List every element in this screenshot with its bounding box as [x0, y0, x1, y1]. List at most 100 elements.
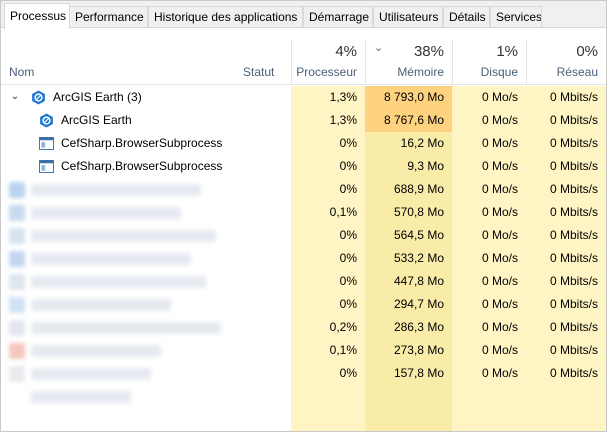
network-value: 0 Mbits/s: [549, 182, 598, 196]
task-manager-window: Processus Performance Historique des app…: [0, 0, 607, 432]
column-header-cpu[interactable]: 4% Processeur: [291, 40, 365, 85]
redacted-name: [31, 322, 221, 334]
cpu-total: 4%: [335, 43, 357, 60]
cpu-value: 0,1%: [329, 205, 357, 219]
process-row[interactable]: 0% 533,2 Mo 0 Mo/s 0 Mbits/s: [1, 247, 606, 270]
app-icon: [9, 251, 25, 267]
process-row[interactable]: 0,2% 286,3 Mo 0 Mo/s 0 Mbits/s: [1, 316, 606, 339]
memory-value: 16,2 Mo: [400, 136, 444, 150]
column-header-network[interactable]: 0% Réseau: [526, 40, 606, 85]
network-value: 0 Mbits/s: [549, 251, 598, 265]
process-row[interactable]: 0,1% 570,8 Mo 0 Mo/s 0 Mbits/s: [1, 201, 606, 224]
redacted-name: [31, 253, 191, 265]
arcgis-earth-icon: [40, 113, 53, 128]
network-value: 0 Mbits/s: [549, 366, 598, 380]
disk-value: 0 Mo/s: [481, 297, 518, 311]
network-value: 0 Mbits/s: [549, 320, 598, 334]
memory-value: 8 793,0 Mo: [365, 86, 452, 109]
cpu-value: 0,2%: [329, 320, 357, 334]
cpu-value: 0%: [339, 136, 357, 150]
tab-demarrage[interactable]: Démarrage: [303, 6, 373, 27]
cpu-value: 0%: [339, 159, 357, 173]
disk-value: 0 Mo/s: [481, 113, 518, 127]
disk-value: 0 Mo/s: [481, 320, 518, 334]
column-header-status[interactable]: Statut: [231, 40, 291, 85]
memory-value: 157,8 Mo: [393, 366, 444, 380]
window-app-icon: [39, 137, 54, 150]
process-row[interactable]: CefSharp.BrowserSubprocess 0% 16,2 Mo 0 …: [1, 132, 606, 155]
redacted-name: [31, 184, 201, 196]
column-header-disk[interactable]: 1% Disque: [452, 40, 526, 85]
app-icon: [9, 297, 25, 313]
memory-value: 564,5 Mo: [393, 228, 444, 242]
network-total: 0%: [576, 43, 598, 60]
tab-services[interactable]: Services: [490, 6, 542, 27]
network-value: 0 Mbits/s: [549, 205, 598, 219]
disk-value: 0 Mo/s: [481, 251, 518, 265]
tab-utilisateurs[interactable]: Utilisateurs: [373, 6, 443, 27]
tab-performance[interactable]: Performance: [69, 6, 148, 27]
window-app-icon: [39, 160, 54, 173]
disk-value: 0 Mo/s: [481, 343, 518, 357]
app-icon: [9, 228, 25, 244]
redacted-name: [31, 299, 171, 311]
app-icon: [9, 343, 25, 359]
disk-value: 0 Mo/s: [481, 274, 518, 288]
process-row[interactable]: 0% 447,8 Mo 0 Mo/s 0 Mbits/s: [1, 270, 606, 293]
process-name: CefSharp.BrowserSubprocess: [61, 136, 223, 150]
cpu-value: 1,3%: [329, 90, 357, 104]
chevron-down-icon[interactable]: ⌄: [9, 90, 21, 104]
column-label-memory: Mémoire: [397, 65, 444, 79]
disk-total: 1%: [496, 43, 518, 60]
tab-details[interactable]: Détails: [443, 6, 490, 27]
network-value: 0 Mbits/s: [549, 274, 598, 288]
process-row[interactable]: 0% 564,5 Mo 0 Mo/s 0 Mbits/s: [1, 224, 606, 247]
redacted-name: [31, 230, 216, 242]
cpu-value: 0%: [339, 366, 357, 380]
disk-value: 0 Mo/s: [481, 228, 518, 242]
process-row[interactable]: 0% 688,9 Mo 0 Mo/s 0 Mbits/s: [1, 178, 606, 201]
process-row[interactable]: ArcGIS Earth 1,3% 8 767,6 Mo 0 Mo/s 0 Mb…: [1, 109, 606, 132]
app-icon: [9, 205, 25, 221]
tab-historique-applications[interactable]: Historique des applications: [148, 6, 303, 27]
app-icon: [9, 366, 25, 382]
process-row[interactable]: 0,1% 273,8 Mo 0 Mo/s 0 Mbits/s: [1, 339, 606, 362]
process-name: ArcGIS Earth: [61, 113, 132, 127]
column-header-name[interactable]: Nom: [1, 40, 231, 85]
process-group-row[interactable]: ⌄ ArcGIS Earth (3) 1,3% 8 793,0 Mo 0 Mo/…: [1, 86, 606, 109]
redacted-name: [31, 368, 151, 380]
disk-value: 0 Mo/s: [481, 366, 518, 380]
process-row[interactable]: 0% 294,7 Mo 0 Mo/s 0 Mbits/s: [1, 293, 606, 316]
column-header-memory[interactable]: ⌄ 38% Mémoire: [365, 40, 452, 85]
memory-value: 294,7 Mo: [393, 297, 444, 311]
process-name: CefSharp.BrowserSubprocess: [61, 159, 223, 173]
network-value: 0 Mbits/s: [549, 90, 598, 104]
disk-value: 0 Mo/s: [481, 136, 518, 150]
process-row[interactable]: [1, 385, 606, 408]
memory-value: 9,3 Mo: [407, 159, 444, 173]
cpu-value: 0%: [339, 228, 357, 242]
disk-value: 0 Mo/s: [481, 90, 518, 104]
cpu-value: 0%: [339, 251, 357, 265]
network-value: 0 Mbits/s: [549, 297, 598, 311]
memory-value: 8 767,6 Mo: [365, 109, 452, 132]
arcgis-earth-icon: [32, 90, 45, 105]
redacted-name: [31, 276, 206, 288]
memory-value: 688,9 Mo: [393, 182, 444, 196]
process-name: ArcGIS Earth (3): [53, 90, 142, 104]
process-row[interactable]: CefSharp.BrowserSubprocess 0% 9,3 Mo 0 M…: [1, 155, 606, 178]
disk-value: 0 Mo/s: [481, 159, 518, 173]
cpu-value: 0%: [339, 182, 357, 196]
process-row[interactable]: 0% 157,8 Mo 0 Mo/s 0 Mbits/s: [1, 362, 606, 385]
memory-value: 286,3 Mo: [393, 320, 444, 334]
memory-value: 570,8 Mo: [393, 205, 444, 219]
network-value: 0 Mbits/s: [549, 228, 598, 242]
network-value: 0 Mbits/s: [549, 159, 598, 173]
disk-value: 0 Mo/s: [481, 205, 518, 219]
app-icon: [9, 320, 25, 336]
network-value: 0 Mbits/s: [549, 136, 598, 150]
app-icon: [9, 274, 25, 290]
tab-processus[interactable]: Processus: [4, 3, 70, 29]
network-value: 0 Mbits/s: [549, 343, 598, 357]
disk-value: 0 Mo/s: [481, 182, 518, 196]
